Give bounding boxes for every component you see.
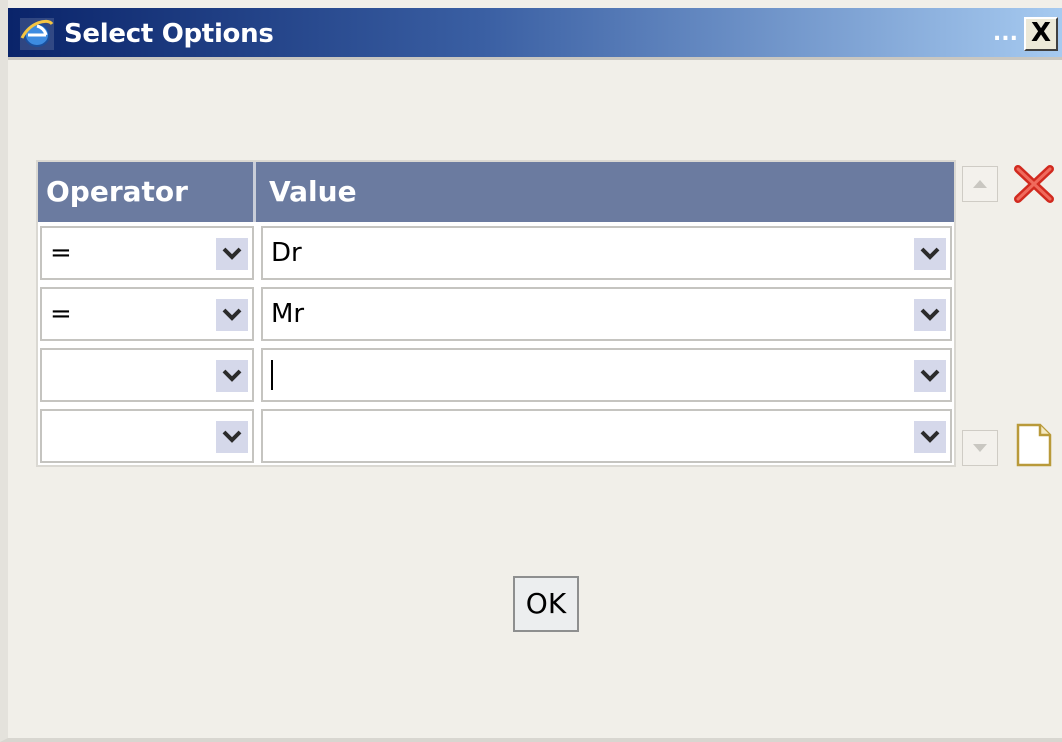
grid-row: = Dr [38, 223, 954, 284]
internet-explorer-icon [20, 18, 54, 50]
options-grid: Operator Value = Dr = Mr [36, 160, 956, 467]
grid-header: Operator Value [38, 162, 954, 222]
chevron-down-icon[interactable] [216, 421, 248, 453]
scroll-down-button[interactable] [962, 430, 998, 466]
value-text: Mr [271, 299, 305, 329]
operator-column-header[interactable]: Operator [38, 162, 256, 222]
operator-select[interactable]: = [40, 226, 254, 280]
grid-row [38, 345, 954, 406]
chevron-down-icon[interactable] [914, 360, 946, 392]
select-options-dialog: Select Options ... X Operator Value = Dr [0, 0, 1062, 742]
chevron-down-icon[interactable] [216, 360, 248, 392]
chevron-down-icon[interactable] [914, 299, 946, 331]
arrow-down-icon [973, 444, 987, 452]
title-bar[interactable]: Select Options ... X [8, 8, 1062, 60]
text-caret [271, 360, 273, 390]
chevron-down-icon[interactable] [216, 299, 248, 331]
delete-x-icon[interactable] [1012, 164, 1056, 204]
grid-row [38, 406, 954, 467]
value-column-header[interactable]: Value [259, 162, 954, 222]
window-title: Select Options [64, 19, 274, 49]
operator-value: = [50, 299, 72, 329]
operator-select[interactable] [40, 409, 254, 463]
value-text: Dr [271, 238, 302, 268]
value-select[interactable] [261, 409, 952, 463]
new-document-icon[interactable] [1014, 423, 1054, 467]
operator-select[interactable]: = [40, 287, 254, 341]
chevron-down-icon[interactable] [914, 238, 946, 270]
chevron-down-icon[interactable] [216, 238, 248, 270]
ok-button[interactable]: OK [513, 576, 579, 632]
scroll-up-button[interactable] [962, 166, 998, 202]
value-select[interactable] [261, 348, 952, 402]
chevron-down-icon[interactable] [914, 421, 946, 453]
close-button[interactable]: X [1024, 17, 1058, 51]
operator-value: = [50, 238, 72, 268]
operator-select[interactable] [40, 348, 254, 402]
arrow-up-icon [973, 180, 987, 188]
value-select[interactable]: Dr [261, 226, 952, 280]
value-select[interactable]: Mr [261, 287, 952, 341]
grid-row: = Mr [38, 284, 954, 345]
title-ellipsis: ... [992, 21, 1018, 46]
